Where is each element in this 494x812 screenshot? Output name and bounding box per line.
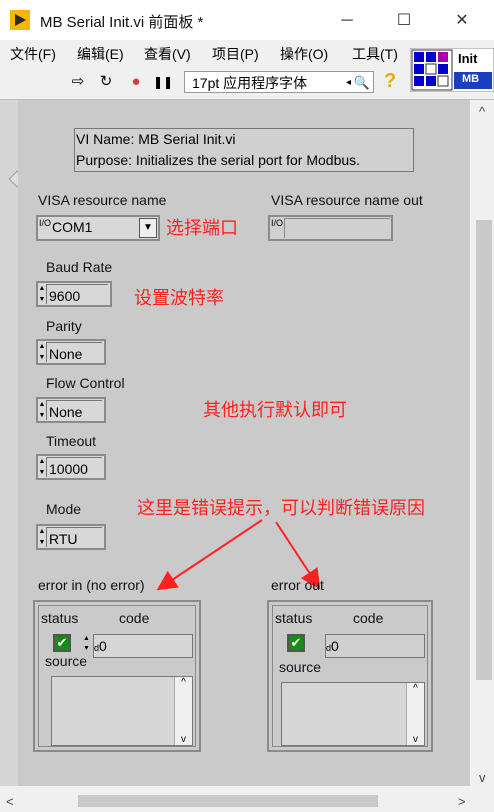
error-out-code-field: d0 xyxy=(325,634,425,658)
error-in-source-scrollbar[interactable]: ^ v xyxy=(174,677,192,745)
error-out-label: error out xyxy=(271,577,324,593)
error-out-code-label: code xyxy=(353,610,384,626)
error-in-source-label: source xyxy=(45,653,88,669)
scroll-up-icon[interactable]: ^ xyxy=(175,677,192,688)
error-in-code-field[interactable]: d0 xyxy=(93,634,193,658)
scroll-down-icon[interactable]: v xyxy=(175,734,192,745)
error-in-source-field[interactable]: ^ v xyxy=(51,676,193,746)
scroll-up-icon[interactable]: ^ xyxy=(407,683,424,694)
error-out-status-check-icon: ✔ xyxy=(287,634,305,652)
stepper-icon[interactable]: ▲ ▼ xyxy=(83,634,91,654)
error-out-source-field[interactable]: ^ v xyxy=(281,682,425,746)
error-out-status-label: status xyxy=(275,610,313,626)
scroll-left-arrow-icon[interactable]: < xyxy=(6,794,14,809)
error-out-code-value: 0 xyxy=(331,638,339,654)
scroll-down-arrow-icon[interactable]: v xyxy=(479,770,486,785)
error-out-source-scrollbar[interactable]: ^ v xyxy=(406,683,424,745)
error-out-source-label: source xyxy=(279,659,322,675)
error-in-status-check-icon[interactable]: ✔ xyxy=(53,634,71,652)
error-in-status-label: status xyxy=(41,610,79,626)
scroll-right-arrow-icon[interactable]: > xyxy=(458,794,466,809)
error-out-cluster: status code ✔ d0 source ^ v xyxy=(267,600,433,752)
error-in-label: error in (no error) xyxy=(38,577,145,593)
scroll-down-icon[interactable]: v xyxy=(407,734,424,745)
error-in-cluster: status code ✔ ▲ ▼ d0 source ^ v xyxy=(33,600,201,752)
horizontal-scroll-thumb[interactable] xyxy=(78,795,378,807)
error-in-code-label: code xyxy=(119,610,150,626)
error-in-code-value[interactable]: 0 xyxy=(99,638,107,654)
scroll-up-arrow-icon[interactable]: ^ xyxy=(479,104,485,119)
vertical-scroll-thumb[interactable] xyxy=(476,220,492,680)
